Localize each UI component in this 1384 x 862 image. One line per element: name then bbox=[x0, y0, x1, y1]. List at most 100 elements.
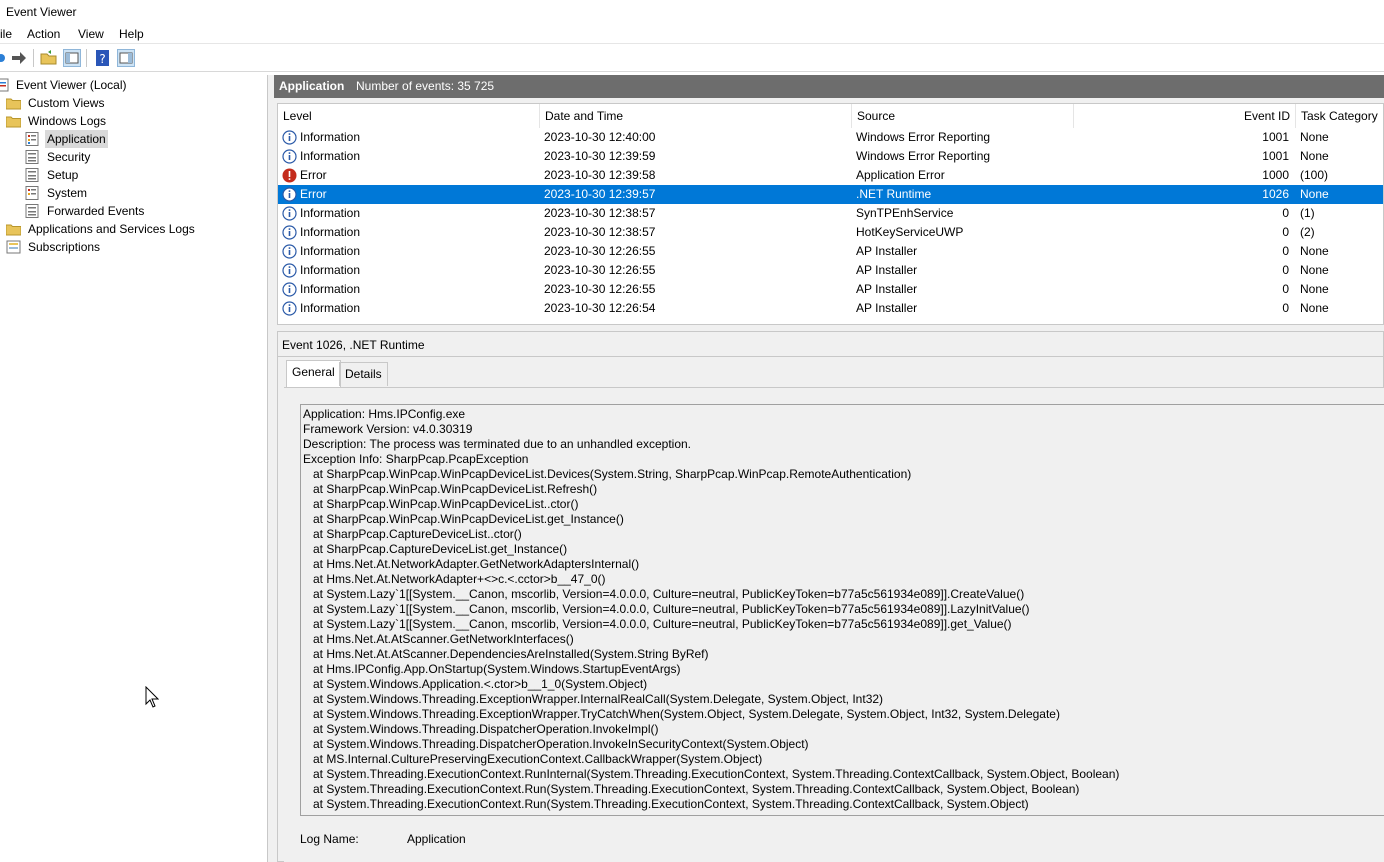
column-header-task-category[interactable]: Task Category bbox=[1296, 104, 1383, 128]
table-row[interactable]: Information 2023-10-30 12:39:59 Windows Er… bbox=[278, 147, 1383, 166]
log-pane: Application Number of events: 35 725 Lev… bbox=[274, 75, 1384, 862]
description-line: Description: The process was terminated … bbox=[303, 437, 692, 451]
tab-details[interactable]: Details bbox=[339, 362, 388, 386]
event-description-box[interactable]: Application: Hms.IPConfig.exe Framework V… bbox=[300, 404, 1384, 816]
cell-task-category: None bbox=[1300, 301, 1329, 315]
navigation-tree: Event Viewer (Local) Custom Views Window… bbox=[0, 75, 268, 862]
cell-date-time: 2023-10-30 12:39:59 bbox=[544, 149, 656, 163]
folder-icon bbox=[5, 222, 22, 236]
table-row[interactable]: Information 2023-10-30 12:26:55 AP Install… bbox=[278, 242, 1383, 261]
cell-event-id: 0 bbox=[1282, 301, 1289, 315]
cell-level: Error bbox=[300, 187, 327, 201]
description-line: at System.Threading.ExecutionContext.Run… bbox=[303, 767, 1120, 781]
open-folder-icon[interactable] bbox=[40, 49, 58, 67]
information-icon bbox=[282, 263, 297, 278]
help-icon[interactable]: ? bbox=[94, 49, 112, 67]
cell-event-id: 0 bbox=[1282, 282, 1289, 296]
menu-help[interactable]: Help bbox=[119, 26, 144, 42]
cell-level: Information bbox=[300, 225, 361, 239]
table-row[interactable]: Information 2023-10-30 12:38:57 HotKeyServ… bbox=[278, 223, 1383, 242]
events-grid: Level Date and Time Source Event ID Task… bbox=[277, 103, 1384, 325]
mouse-cursor-icon bbox=[145, 685, 160, 711]
cell-level: Information bbox=[300, 301, 361, 315]
description-line: at SharpPcap.CaptureDeviceList..ctor() bbox=[303, 527, 522, 541]
description-line: at Hms.Net.At.AtScanner.DependenciesAreI… bbox=[303, 647, 709, 661]
description-line: at System.Windows.Threading.ExceptionWra… bbox=[303, 707, 1060, 721]
column-header-level[interactable]: Level bbox=[278, 104, 540, 128]
show-action-pane-icon[interactable] bbox=[117, 49, 135, 67]
log-icon bbox=[25, 186, 40, 200]
information-icon bbox=[282, 301, 297, 316]
log-icon bbox=[25, 204, 40, 218]
description-line: Exception Info: SharpPcap.PcapException bbox=[303, 452, 529, 466]
cell-level: Information bbox=[300, 263, 361, 277]
information-icon bbox=[282, 206, 297, 221]
toolbar: ? bbox=[0, 45, 1384, 72]
cell-event-id: 0 bbox=[1282, 263, 1289, 277]
cell-task-category: None bbox=[1300, 263, 1329, 277]
description-line: Application: Hms.IPConfig.exe bbox=[303, 407, 466, 421]
cell-level: Information bbox=[300, 282, 361, 296]
event-detail-title: Event 1026, .NET Runtime bbox=[282, 338, 425, 352]
information-icon bbox=[282, 282, 297, 297]
cell-date-time: 2023-10-30 12:26:54 bbox=[544, 301, 656, 315]
description-line: at Hms.Net.At.NetworkAdapter.GetNetworkA… bbox=[303, 557, 640, 571]
information-icon bbox=[282, 225, 297, 240]
cell-date-time: 2023-10-30 12:40:00 bbox=[544, 130, 656, 144]
cell-level: Information bbox=[300, 244, 361, 258]
cell-source: Windows Error Reporting bbox=[856, 149, 991, 163]
window-title: Event Viewer bbox=[6, 5, 77, 19]
cell-event-id: 1026 bbox=[1262, 187, 1289, 201]
log-header-bar: Application Number of events: 35 725 bbox=[274, 75, 1384, 98]
table-row[interactable]: Information 2023-10-30 12:38:57 SynTPEnhSe… bbox=[278, 204, 1383, 223]
menu-view[interactable]: View bbox=[78, 26, 104, 42]
description-line: at System.Windows.Threading.ExceptionWra… bbox=[303, 692, 884, 706]
table-row[interactable]: Error 2023-10-30 12:39:58 Application Erro… bbox=[278, 166, 1383, 185]
column-header-date-time[interactable]: Date and Time bbox=[540, 104, 852, 128]
event-detail-pane: Event 1026, .NET Runtime General Details… bbox=[277, 331, 1384, 862]
menu-action[interactable]: Action bbox=[27, 26, 60, 42]
information-icon bbox=[282, 130, 297, 145]
cell-date-time: 2023-10-30 12:26:55 bbox=[544, 244, 656, 258]
table-row[interactable]: Information 2023-10-30 12:26:54 AP Install… bbox=[278, 299, 1383, 318]
back-arrow-icon[interactable] bbox=[0, 49, 10, 67]
information-icon bbox=[282, 244, 297, 259]
cell-source: AP Installer bbox=[856, 263, 918, 277]
cell-level: Information bbox=[300, 206, 361, 220]
cell-source: SynTPEnhService bbox=[856, 206, 954, 220]
toolbar-separator bbox=[86, 49, 87, 67]
menu-file[interactable]: ile bbox=[0, 26, 12, 42]
cell-date-time: 2023-10-30 12:38:57 bbox=[544, 225, 656, 239]
divider bbox=[278, 356, 1384, 357]
table-row[interactable]: Information 2023-10-30 12:26:55 AP Install… bbox=[278, 280, 1383, 299]
cell-date-time: 2023-10-30 12:26:55 bbox=[544, 282, 656, 296]
cell-event-id: 0 bbox=[1282, 244, 1289, 258]
description-line: at MS.Internal.CulturePreservingExecutio… bbox=[303, 752, 763, 766]
event-viewer-icon bbox=[0, 78, 9, 92]
column-header-source[interactable]: Source bbox=[852, 104, 1074, 128]
tab-general[interactable]: General bbox=[286, 360, 341, 387]
log-icon bbox=[25, 150, 40, 164]
cell-source: Application Error bbox=[856, 168, 945, 182]
description-line: at System.Threading.ExecutionContext.Run… bbox=[303, 797, 1029, 811]
folder-icon bbox=[5, 96, 22, 110]
general-tab-body: Application: Hms.IPConfig.exe Framework V… bbox=[284, 387, 1384, 862]
log-icon bbox=[25, 132, 40, 146]
column-header-event-id[interactable]: Event ID bbox=[1074, 104, 1296, 128]
cell-task-category: None bbox=[1300, 149, 1329, 163]
log-name: Application bbox=[279, 79, 345, 93]
cell-source: AP Installer bbox=[856, 301, 918, 315]
error-icon bbox=[282, 168, 297, 183]
table-row[interactable]: Information 2023-10-30 12:40:00 Windows Er… bbox=[278, 128, 1383, 147]
table-row[interactable]: Error 2023-10-30 12:39:57 .NET Runtime 1026… bbox=[278, 185, 1383, 204]
grid-header: Level Date and Time Source Event ID Task… bbox=[278, 104, 1383, 128]
cell-level: Information bbox=[300, 149, 361, 163]
table-row[interactable]: Information 2023-10-30 12:26:55 AP Install… bbox=[278, 261, 1383, 280]
table-row-partial bbox=[278, 318, 1383, 322]
cell-event-id: 0 bbox=[1282, 225, 1289, 239]
description-line: at System.Windows.Threading.DispatcherOp… bbox=[303, 737, 809, 751]
description-line: at Hms.Net.At.AtScanner.GetNetworkInterf… bbox=[303, 632, 574, 646]
forward-arrow-icon[interactable] bbox=[10, 49, 28, 67]
show-tree-icon[interactable] bbox=[63, 49, 81, 67]
cell-task-category: None bbox=[1300, 130, 1329, 144]
